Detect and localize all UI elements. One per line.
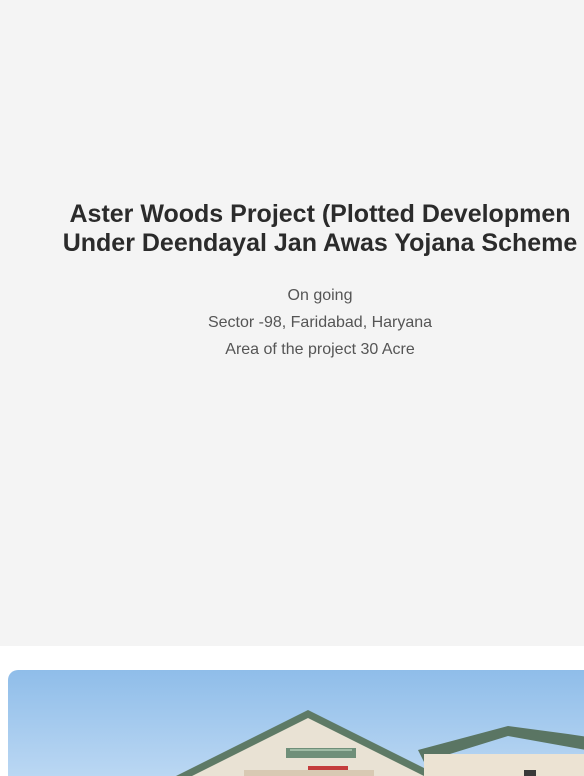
project-title-line-1: Aster Woods Project (Plotted Developmen xyxy=(69,200,571,228)
project-location: Sector -98, Faridabad, Haryana xyxy=(207,314,433,331)
project-title: Aster Woods Project (Plotted Developmen … xyxy=(0,200,584,258)
building-illustration xyxy=(8,670,584,776)
project-area: Area of the project 30 Acre xyxy=(225,341,415,358)
project-details: On going Sector -98, Faridabad, Haryana … xyxy=(0,282,584,363)
project-building-image[interactable] xyxy=(8,670,584,776)
trim xyxy=(308,766,348,770)
project-status: On going xyxy=(287,287,353,304)
balcony xyxy=(244,770,374,776)
project-info-section: Aster Woods Project (Plotted Developmen … xyxy=(0,0,584,646)
project-title-line-2: Under Deendayal Jan Awas Yojana Scheme xyxy=(62,229,578,257)
wall-right xyxy=(424,754,584,776)
window xyxy=(524,770,536,776)
project-image-section xyxy=(0,646,584,776)
